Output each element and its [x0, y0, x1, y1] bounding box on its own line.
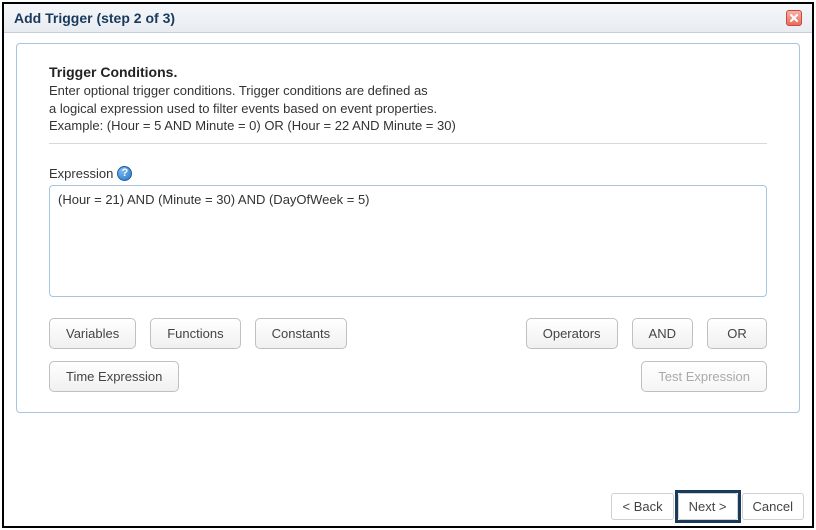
x-icon: [789, 13, 799, 23]
section-desc-line3: Example: (Hour = 5 AND Minute = 0) OR (H…: [49, 117, 767, 135]
time-expression-button[interactable]: Time Expression: [49, 361, 179, 392]
next-button[interactable]: Next >: [678, 493, 738, 520]
builder-buttons-row1: Variables Functions Constants Operators …: [49, 318, 767, 349]
help-icon[interactable]: ?: [117, 166, 132, 181]
expression-input[interactable]: [49, 185, 767, 297]
next-button-label: Next >: [689, 499, 727, 514]
content-box: Trigger Conditions. Enter optional trigg…: [16, 43, 800, 413]
builder-buttons-row2: Time Expression Test Expression: [49, 361, 767, 392]
section-desc-line2: a logical expression used to filter even…: [49, 100, 767, 118]
section-desc-line1: Enter optional trigger conditions. Trigg…: [49, 82, 767, 100]
close-icon[interactable]: [786, 10, 802, 26]
dialog-footer: < Back Next > Cancel: [611, 493, 804, 520]
test-expression-button: Test Expression: [641, 361, 767, 392]
expression-label: Expression: [49, 166, 113, 181]
section-title: Trigger Conditions.: [49, 64, 767, 80]
add-trigger-dialog: Add Trigger (step 2 of 3) Trigger Condit…: [2, 2, 814, 528]
functions-button[interactable]: Functions: [150, 318, 240, 349]
and-button[interactable]: AND: [632, 318, 693, 349]
cancel-button[interactable]: Cancel: [742, 493, 804, 520]
dialog-body: Trigger Conditions. Enter optional trigg…: [4, 33, 812, 487]
dialog-title: Add Trigger (step 2 of 3): [14, 10, 175, 26]
constants-button[interactable]: Constants: [255, 318, 348, 349]
operators-button[interactable]: Operators: [526, 318, 618, 349]
variables-button[interactable]: Variables: [49, 318, 136, 349]
or-button[interactable]: OR: [707, 318, 767, 349]
dialog-header: Add Trigger (step 2 of 3): [4, 4, 812, 33]
section-divider: [49, 143, 767, 144]
back-button[interactable]: < Back: [611, 493, 673, 520]
expression-label-row: Expression ?: [49, 166, 767, 181]
